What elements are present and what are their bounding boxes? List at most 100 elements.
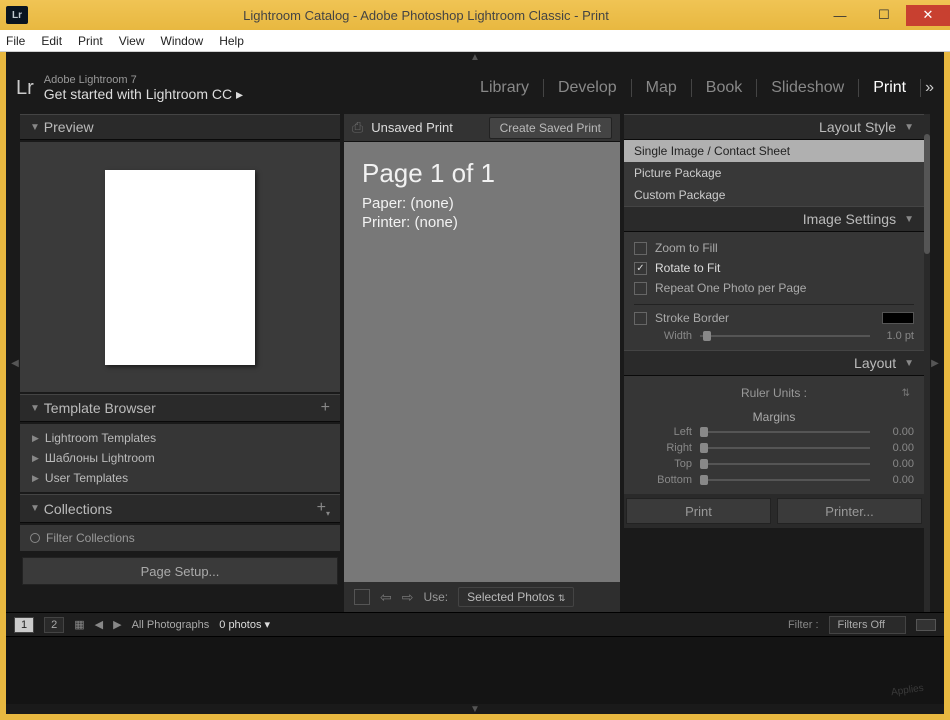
- margin-bottom-value: 0.00: [878, 474, 914, 486]
- module-print[interactable]: Print: [859, 79, 921, 97]
- template-browser-title: Template Browser: [44, 400, 156, 416]
- module-develop[interactable]: Develop: [544, 79, 632, 97]
- preview-title: Preview: [44, 119, 94, 135]
- image-settings-body: Zoom to Fill ✓Rotate to Fit Repeat One P…: [624, 232, 924, 350]
- window-minimize-button[interactable]: —: [818, 5, 862, 26]
- filmstrip-toolbar: 1 2 ▦ ◀ ▶ All Photographs 0 photos ▾ Fil…: [6, 612, 944, 636]
- filter-collections-row[interactable]: Filter Collections: [26, 527, 334, 549]
- get-started-link[interactable]: Get started with Lightroom CC ▸: [44, 86, 243, 103]
- prev-page-button[interactable]: ⇦: [380, 589, 392, 606]
- grid-view-icon[interactable]: ▦: [74, 618, 84, 631]
- next-page-button[interactable]: ⇨: [402, 589, 414, 606]
- collections-header[interactable]: ▼ Collections +▾: [20, 494, 340, 523]
- template-browser-header[interactable]: ▼ Template Browser +: [20, 394, 340, 422]
- chevron-down-icon: ▼: [904, 122, 914, 133]
- template-browser-body: ▶Lightroom Templates ▶Шаблоны Lightroom …: [20, 424, 340, 492]
- menu-file[interactable]: File: [6, 34, 25, 48]
- template-folder-ru[interactable]: ▶Шаблоны Lightroom: [26, 448, 334, 468]
- app-header: Lr Adobe Lightroom 7 Get started with Li…: [6, 62, 944, 114]
- module-overflow-icon[interactable]: »: [921, 79, 934, 97]
- nav-forward-icon[interactable]: ▶: [113, 618, 121, 631]
- use-dropdown[interactable]: Selected Photos ⇅: [458, 587, 574, 607]
- select-all-checkbox[interactable]: [354, 589, 370, 605]
- window-close-button[interactable]: ✕: [906, 5, 950, 26]
- use-label: Use:: [423, 590, 448, 604]
- preview-panel-header[interactable]: ▼ Preview: [20, 114, 340, 140]
- stroke-color-swatch[interactable]: [882, 312, 914, 324]
- filmstrip-count[interactable]: 0 photos ▾: [219, 618, 270, 631]
- collapse-right-icon[interactable]: ▶: [930, 114, 940, 612]
- window-maximize-button[interactable]: ☐: [862, 5, 906, 26]
- layout-style-title: Layout Style: [819, 119, 896, 135]
- stroke-width-slider[interactable]: [700, 335, 870, 337]
- create-saved-print-button[interactable]: Create Saved Print: [489, 117, 612, 139]
- add-collection-button[interactable]: +▾: [317, 499, 330, 518]
- margins-title: Margins: [634, 404, 914, 424]
- module-map[interactable]: Map: [632, 79, 692, 97]
- margin-bottom-slider[interactable]: [700, 479, 870, 481]
- layout-style-header[interactable]: Layout Style ▼: [624, 114, 924, 140]
- menu-window[interactable]: Window: [161, 34, 204, 48]
- module-library[interactable]: Library: [466, 79, 544, 97]
- collapse-left-icon[interactable]: ◀: [10, 114, 20, 612]
- chevron-right-icon: ▶: [32, 473, 39, 484]
- stroke-width-value: 1.0 pt: [878, 330, 914, 342]
- margin-top-label: Top: [634, 458, 692, 470]
- module-book[interactable]: Book: [692, 79, 757, 97]
- stroke-border-label: Stroke Border: [655, 311, 729, 325]
- image-settings-title: Image Settings: [803, 211, 896, 227]
- menu-print[interactable]: Print: [78, 34, 103, 48]
- search-icon: [30, 533, 40, 543]
- zoom-to-fill-checkbox[interactable]: [634, 242, 647, 255]
- print-button[interactable]: Print: [626, 498, 771, 524]
- page-setup-button[interactable]: Page Setup...: [22, 557, 338, 585]
- margin-top-value: 0.00: [878, 458, 914, 470]
- ruler-units-dropdown[interactable]: Ruler Units : ⇅: [634, 382, 914, 404]
- rotate-to-fit-checkbox[interactable]: ✓: [634, 262, 647, 275]
- template-folder-label: Lightroom Templates: [45, 431, 156, 445]
- layout-panel-header[interactable]: Layout ▼: [624, 350, 924, 376]
- margin-left-slider[interactable]: [700, 431, 870, 433]
- menu-help[interactable]: Help: [219, 34, 244, 48]
- margin-right-value: 0.00: [878, 442, 914, 454]
- menu-view[interactable]: View: [119, 34, 145, 48]
- margin-right-slider[interactable]: [700, 447, 870, 449]
- screen-mode-2-button[interactable]: 2: [44, 617, 64, 633]
- filter-dropdown[interactable]: Filters Off: [829, 616, 906, 634]
- image-settings-header[interactable]: Image Settings ▼: [624, 206, 924, 232]
- print-icon[interactable]: ⎙: [352, 119, 363, 136]
- screen-mode-1-button[interactable]: 1: [14, 617, 34, 633]
- add-template-button[interactable]: +: [321, 399, 330, 417]
- layout-style-single[interactable]: Single Image / Contact Sheet: [624, 140, 924, 162]
- repeat-one-checkbox[interactable]: [634, 282, 647, 295]
- filmstrip[interactable]: Applies: [6, 636, 944, 704]
- filter-lock-toggle[interactable]: [916, 619, 936, 631]
- chevron-down-icon: ▼: [904, 358, 914, 369]
- template-folder-user[interactable]: ▶ User Templates: [26, 468, 334, 488]
- printer-button[interactable]: Printer...: [777, 498, 922, 524]
- canvas-footer: ⇦ ⇨ Use: Selected Photos ⇅: [344, 582, 620, 612]
- chevron-down-icon: ▼: [30, 122, 40, 133]
- template-folder-label: Шаблоны Lightroom: [45, 451, 155, 465]
- template-folder-label: User Templates: [45, 471, 128, 485]
- chevron-down-icon: ▼: [904, 214, 914, 225]
- template-folder-lightroom[interactable]: ▶ Lightroom Templates: [26, 428, 334, 448]
- layout-style-picture-package[interactable]: Picture Package: [624, 162, 924, 184]
- dropdown-icon: ⇅: [902, 388, 910, 399]
- collapse-bottom-icon[interactable]: ▼: [6, 704, 944, 714]
- printer-info: Printer: (none): [362, 214, 602, 231]
- print-buttons-bar: Print Printer...: [624, 494, 924, 528]
- margin-top-slider[interactable]: [700, 463, 870, 465]
- print-canvas[interactable]: Page 1 of 1 Paper: (none) Printer: (none…: [344, 142, 620, 582]
- filmstrip-source[interactable]: All Photographs: [132, 619, 210, 631]
- collapse-top-icon[interactable]: ▲: [6, 52, 944, 62]
- nav-back-icon[interactable]: ◀: [95, 618, 103, 631]
- menu-edit[interactable]: Edit: [41, 34, 62, 48]
- layout-panel-body: Ruler Units : ⇅ Margins Left0.00 Right0.…: [624, 376, 924, 494]
- chevron-right-icon: ▶: [32, 433, 39, 444]
- filter-collections-label: Filter Collections: [46, 531, 135, 545]
- stroke-border-checkbox[interactable]: [634, 312, 647, 325]
- layout-style-custom-package[interactable]: Custom Package: [624, 184, 924, 206]
- module-picker: Library Develop Map Book Slideshow Print…: [466, 79, 934, 97]
- module-slideshow[interactable]: Slideshow: [757, 79, 859, 97]
